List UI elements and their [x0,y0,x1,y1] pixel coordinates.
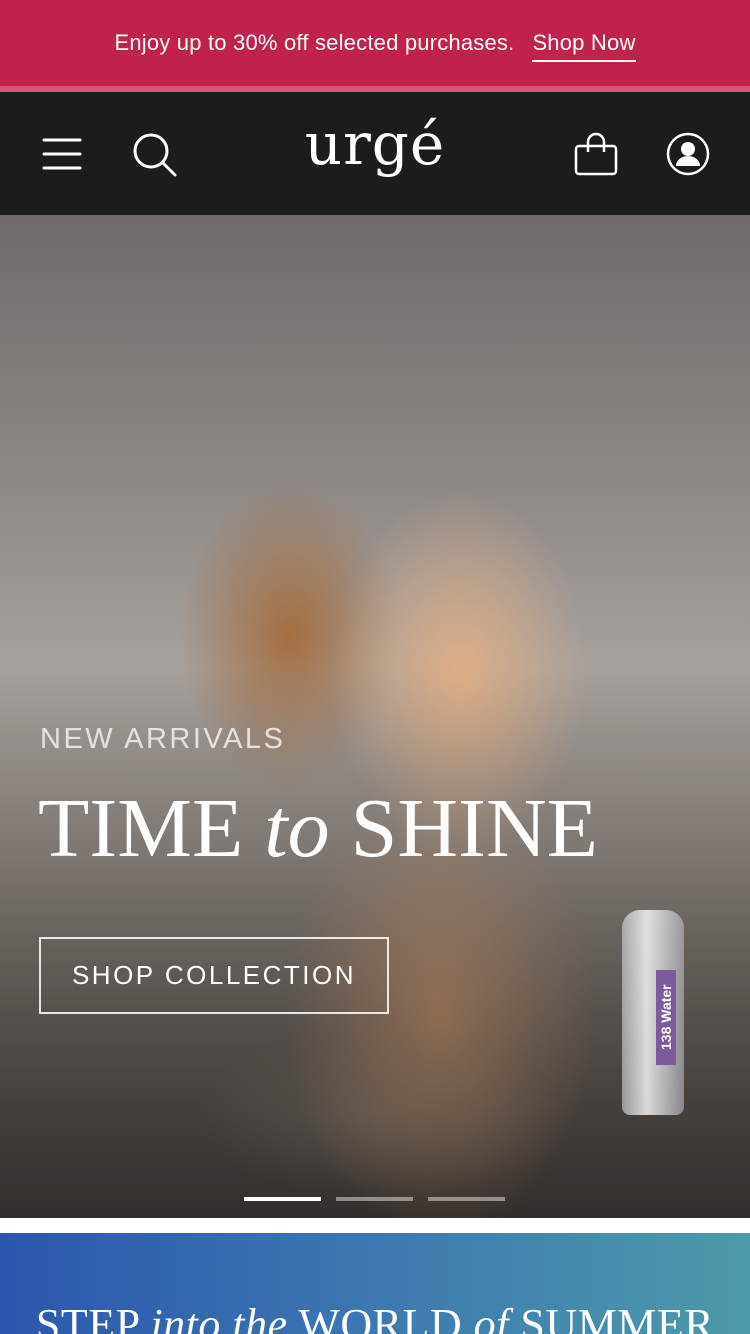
summer-part2: WORLD [298,1300,463,1334]
bottle-label: 138 Water [656,970,676,1065]
promo-message: Enjoy up to 30% off selected purchases. [114,30,515,55]
hero-banner[interactable]: 138 Water NEW ARRIVALS TIME to SHINE SHO… [0,215,750,1218]
carousel-dot-2[interactable] [336,1197,413,1201]
site-header: urgé [0,92,750,215]
summer-part3: SUMMER [520,1300,715,1334]
hero-headline: TIME to SHINE [38,787,598,871]
brand-logo[interactable]: urgé [0,110,750,178]
shopping-bag-icon[interactable] [572,130,620,178]
hero-eyebrow: NEW ARRIVALS [40,723,286,755]
summer-banner[interactable]: STEP into the WORLD of SUMMER [0,1233,750,1334]
summer-italic2: of [473,1300,509,1334]
shop-now-link[interactable]: Shop Now [532,30,636,62]
headline-italic: to [264,782,330,875]
account-icon[interactable] [664,130,712,178]
water-bottle-image: 138 Water [622,910,684,1115]
headline-part1: TIME [38,782,244,875]
summer-part1: STEP [35,1300,139,1334]
promo-bar: Enjoy up to 30% off selected purchases. … [0,0,750,86]
shop-collection-button[interactable]: SHOP COLLECTION [39,937,389,1014]
summer-heading: STEP into the WORLD of SUMMER [0,1299,750,1334]
summer-italic1: into the [150,1300,288,1334]
carousel-dot-3[interactable] [428,1197,505,1201]
headline-part2: SHINE [350,782,598,875]
carousel-indicators [244,1197,505,1201]
carousel-dot-1[interactable] [244,1197,321,1201]
